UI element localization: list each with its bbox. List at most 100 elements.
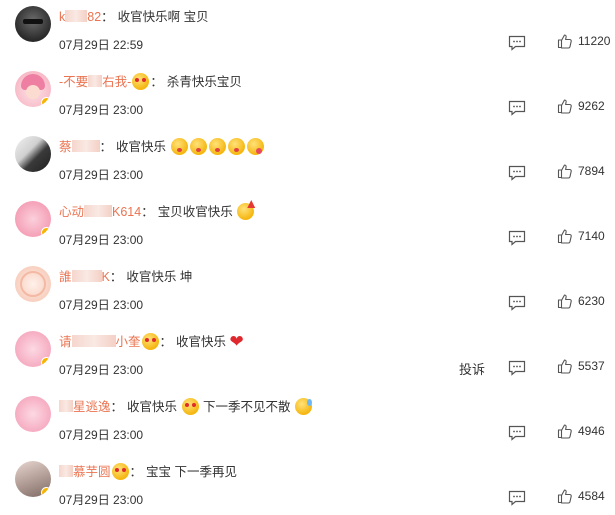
like-button[interactable]: 4946 (557, 421, 613, 441)
comment-line: -不要 右我- ：杀青快乐宝贝 (59, 73, 242, 91)
comment-item: 心动 K614： 宝贝收官快乐 07月29日 23:00 7140 (0, 195, 615, 259)
comment-text: 收官快乐 (127, 400, 178, 414)
username[interactable]: 誰K (59, 270, 110, 284)
like-button[interactable]: 4584 (557, 486, 613, 506)
comment-line: 誰 K： 收官快乐 坤 (59, 268, 192, 286)
sweat-emoji-icon (295, 398, 313, 415)
kiss-emoji-icon (227, 138, 245, 155)
name-colon: ： (159, 335, 173, 349)
kiss-emoji-icon (170, 138, 188, 155)
comment-time: 07月29日 23:00 (59, 493, 144, 507)
comment-list: k 82： 收官快乐啊 宝贝 07月29日 22:59 11220 -不要 右我-：杀… (0, 0, 615, 515)
comment-item: 慕芋圆 ：宝宝 下一季再见 07月29日 23:00 4584 (0, 455, 615, 515)
reply-icon[interactable] (508, 100, 526, 116)
username[interactable]: 请小奎 (59, 335, 141, 349)
user-avatar[interactable] (15, 71, 51, 107)
like-button[interactable]: 7140 (557, 226, 613, 246)
thumbs-up-icon (557, 164, 572, 179)
thumbs-up-icon (557, 294, 572, 309)
redacted-mosaic (71, 270, 102, 282)
user-avatar[interactable] (15, 136, 51, 172)
like-count: 7894 (578, 164, 605, 178)
comment-item: 星逃逸： 收官快乐 下一季不见不散 07月29日 23:00 4946 (0, 390, 615, 454)
like-count: 6230 (578, 294, 605, 308)
redacted-mosaic (65, 10, 88, 22)
reply-icon[interactable] (508, 425, 526, 441)
thumbs-up-icon (557, 424, 572, 439)
redacted-mosaic (71, 335, 116, 347)
comment-text: 收官快乐 (176, 335, 227, 349)
verified-badge (41, 97, 51, 107)
comment-text: 宝宝 下一季再见 (146, 465, 238, 479)
verified-badge (41, 357, 51, 367)
like-count: 11220 (578, 34, 611, 48)
heart-eyes-emoji-icon (132, 73, 150, 90)
comment-time: 07月29日 23:00 (59, 168, 144, 182)
heart-eyes-emoji-icon (141, 333, 159, 350)
comment-item: -不要 右我- ：杀青快乐宝贝 07月29日 23:00 9262 (0, 65, 615, 129)
comment-line: 心动 K614： 宝贝收官快乐 (59, 203, 255, 221)
comment-item: 请小奎 ：收官快乐 ❤ 07月29日 23:00 投诉 5537 (0, 325, 615, 389)
comment-item: k 82： 收官快乐啊 宝贝 07月29日 22:59 11220 (0, 0, 615, 64)
kiss-emoji-icon (189, 138, 207, 155)
user-avatar[interactable] (15, 266, 51, 302)
user-avatar[interactable] (15, 461, 51, 497)
like-button[interactable]: 9262 (557, 96, 613, 116)
heart-eyes-emoji-icon (181, 398, 199, 415)
like-count: 4946 (578, 424, 605, 438)
comment-time: 07月29日 22:59 (59, 38, 144, 52)
like-count: 9262 (578, 99, 605, 113)
redacted-mosaic (88, 75, 103, 87)
like-button[interactable]: 7894 (557, 161, 613, 181)
comment-text: 收官快乐 (116, 140, 167, 154)
comment-line: k 82： 收官快乐啊 宝贝 (59, 8, 209, 26)
reply-icon[interactable] (508, 165, 526, 181)
username[interactable]: -不要 右我- (59, 75, 131, 89)
name-colon: ： (150, 75, 163, 89)
user-avatar[interactable] (15, 331, 51, 367)
comment-text: 收官快乐 坤 (126, 270, 193, 284)
user-avatar[interactable] (15, 396, 51, 432)
name-colon: ： (109, 270, 123, 284)
comment-time: 07月29日 23:00 (59, 233, 144, 247)
thumbs-up-icon (557, 229, 572, 244)
like-button[interactable]: 11220 (557, 31, 613, 51)
username[interactable]: 星逃逸 (59, 400, 111, 414)
like-button[interactable]: 5537 (557, 356, 613, 376)
verified-badge (41, 227, 51, 237)
thumbs-up-icon (557, 359, 572, 374)
report-link[interactable]: 投诉 (459, 359, 485, 378)
user-avatar[interactable] (15, 201, 51, 237)
username[interactable]: 慕芋圆 (59, 465, 111, 479)
like-count: 4584 (578, 489, 605, 503)
name-colon: ： (110, 400, 124, 414)
like-count: 7140 (578, 229, 605, 243)
comment-time: 07月29日 23:00 (59, 428, 144, 442)
reply-icon[interactable] (508, 490, 526, 506)
comment-line: 蔡：收官快乐 (59, 138, 265, 156)
name-colon: ： (101, 10, 114, 24)
redacted-mosaic (59, 400, 73, 412)
comment-text: 杀青快乐宝贝 (166, 75, 242, 89)
like-button[interactable]: 6230 (557, 291, 613, 311)
username[interactable]: 蔡 (59, 140, 100, 154)
reply-icon[interactable] (508, 35, 526, 51)
comment-text: 收官快乐啊 宝贝 (117, 10, 209, 24)
red-heart-icon: ❤ (229, 332, 244, 352)
comment-line: 星逃逸： 收官快乐 下一季不见不散 (59, 398, 313, 416)
thumbs-up-icon (557, 99, 572, 114)
reply-icon[interactable] (508, 230, 526, 246)
name-colon: ： (99, 140, 113, 154)
redacted-mosaic (71, 140, 100, 152)
reply-icon[interactable] (508, 295, 526, 311)
comment-line: 请小奎 ：收官快乐 ❤ (59, 333, 244, 351)
comment-text-continued: 下一季不见不散 (203, 400, 291, 414)
username[interactable]: k 82 (59, 10, 101, 24)
user-avatar[interactable] (15, 6, 51, 42)
like-count: 5537 (578, 359, 605, 373)
username[interactable]: 心动 K614 (59, 205, 141, 219)
reply-icon[interactable] (508, 360, 526, 376)
comment-time: 07月29日 23:00 (59, 363, 144, 377)
name-colon: ： (129, 465, 143, 479)
kiss-emoji-icon (208, 138, 226, 155)
